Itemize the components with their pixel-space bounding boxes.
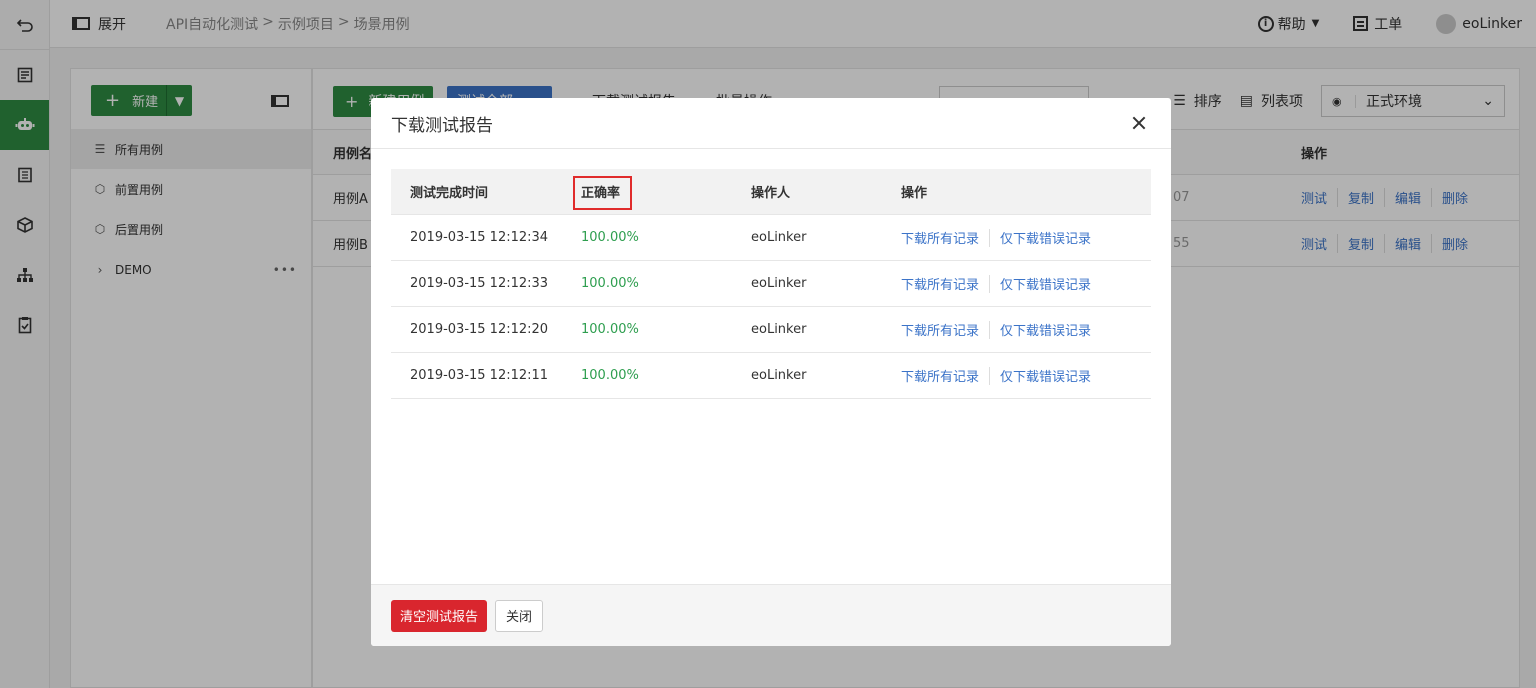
operator: eoLinker <box>751 276 807 291</box>
dialog-title: 下载测试报告 <box>391 115 493 136</box>
row-actions: 下载所有记录 仅下载错误记录 <box>901 366 1091 385</box>
operator: eoLinker <box>751 322 807 337</box>
completion-time: 2019-03-15 12:12:34 <box>410 230 549 245</box>
row-actions: 下载所有记录 仅下载错误记录 <box>901 320 1091 339</box>
operator: eoLinker <box>751 230 807 245</box>
row-actions: 下载所有记录 仅下载错误记录 <box>901 228 1091 247</box>
download-errors-link[interactable]: 仅下载错误记录 <box>1000 320 1091 339</box>
completion-time: 2019-03-15 12:12:33 <box>410 276 549 291</box>
divider <box>989 228 991 247</box>
divider <box>989 274 991 293</box>
table-header: 测试完成时间 正确率 操作人 操作 <box>391 169 1151 215</box>
close-icon[interactable] <box>1127 111 1151 135</box>
report-table: 测试完成时间 正确率 操作人 操作 2019-03-15 12:12:34 10… <box>391 169 1151 399</box>
download-errors-link[interactable]: 仅下载错误记录 <box>1000 274 1091 293</box>
table-row: 2019-03-15 12:12:11 100.00% eoLinker 下载所… <box>391 353 1151 399</box>
header-actions: 操作 <box>901 186 928 201</box>
table-row: 2019-03-15 12:12:20 100.00% eoLinker 下载所… <box>391 307 1151 353</box>
download-report-dialog: 下载测试报告 测试完成时间 正确率 操作人 操作 2019-03-15 12:1… <box>371 98 1171 646</box>
dialog-header: 下载测试报告 <box>371 98 1171 149</box>
download-errors-link[interactable]: 仅下载错误记录 <box>1000 228 1091 247</box>
completion-time: 2019-03-15 12:12:20 <box>410 322 549 337</box>
row-actions: 下载所有记录 仅下载错误记录 <box>901 274 1091 293</box>
operator: eoLinker <box>751 368 807 383</box>
table-row: 2019-03-15 12:12:34 100.00% eoLinker 下载所… <box>391 215 1151 261</box>
close-button[interactable]: 关闭 <box>495 599 544 632</box>
divider <box>989 320 991 339</box>
dialog-footer: 清空测试报告 关闭 <box>371 584 1171 646</box>
success-rate: 100.00% <box>581 276 639 291</box>
download-all-link[interactable]: 下载所有记录 <box>901 274 979 293</box>
divider <box>989 366 991 385</box>
success-rate: 100.00% <box>581 230 639 245</box>
download-all-link[interactable]: 下载所有记录 <box>901 366 979 385</box>
table-row: 2019-03-15 12:12:33 100.00% eoLinker 下载所… <box>391 261 1151 307</box>
download-all-link[interactable]: 下载所有记录 <box>901 228 979 247</box>
header-operator: 操作人 <box>751 186 791 201</box>
success-rate: 100.00% <box>581 322 639 337</box>
download-all-link[interactable]: 下载所有记录 <box>901 320 979 339</box>
header-time: 测试完成时间 <box>410 186 489 201</box>
download-errors-link[interactable]: 仅下载错误记录 <box>1000 366 1091 385</box>
completion-time: 2019-03-15 12:12:11 <box>410 368 549 383</box>
success-rate: 100.00% <box>581 368 639 383</box>
clear-reports-button[interactable]: 清空测试报告 <box>391 599 488 632</box>
highlight-box <box>573 176 632 210</box>
